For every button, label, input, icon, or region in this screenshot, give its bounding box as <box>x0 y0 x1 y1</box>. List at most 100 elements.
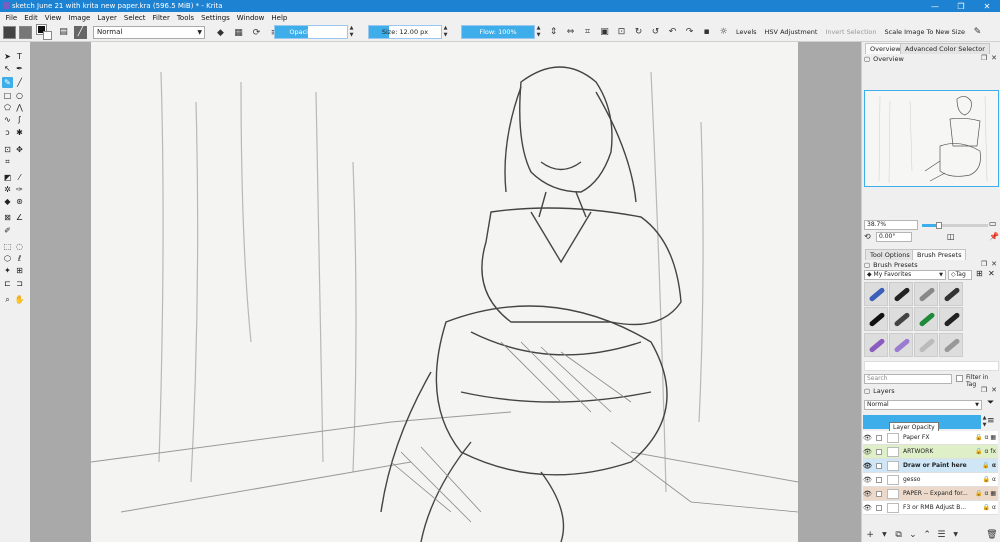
move-up-icon[interactable]: ⌃ <box>920 530 934 540</box>
enclose-fill-icon[interactable]: ⊛ <box>14 196 25 207</box>
filter-in-tag-checkbox[interactable] <box>956 375 963 382</box>
layer-checkbox[interactable] <box>876 476 882 483</box>
levels-button[interactable]: Levels <box>732 28 761 36</box>
layer-icons[interactable]: 🔒 α <box>983 504 996 511</box>
ellipse-select-icon[interactable]: ◌ <box>14 241 25 252</box>
menu-settings[interactable]: Settings <box>198 14 234 22</box>
add-layer-icon[interactable]: + <box>863 530 877 540</box>
hsv-adjustment-button[interactable]: HSV Adjustment <box>761 28 822 36</box>
brush-close-icon[interactable]: ✕ <box>988 269 995 278</box>
crop-icon[interactable]: ⌗ <box>579 25 596 39</box>
visibility-eye-icon[interactable]: 👁 <box>863 490 872 498</box>
polygon-tool-icon[interactable]: ⬠ <box>2 102 13 113</box>
pattern-icon[interactable]: ▤ <box>57 26 70 39</box>
edit-shapes-icon[interactable]: ↖ <box>2 63 13 74</box>
float-icon[interactable]: ❐ <box>981 54 987 62</box>
similar-select-icon[interactable]: ⊞ <box>14 265 25 276</box>
tab-advanced-color-selector[interactable]: Advanced Color Selector <box>900 43 990 54</box>
menu-help[interactable]: Help <box>268 14 291 22</box>
layer-checkbox[interactable] <box>876 490 882 497</box>
brush-preset[interactable] <box>914 282 938 306</box>
layer-opacity-spin[interactable]: ▲ ▼ <box>981 415 988 429</box>
float-icon[interactable]: ❐ <box>981 260 987 268</box>
filter-icon[interactable]: ⏷ <box>987 398 994 408</box>
gradient-tool-icon[interactable]: ◩ <box>2 172 13 183</box>
zoom-field[interactable]: 38.7% <box>864 220 918 230</box>
background-color[interactable] <box>43 30 52 40</box>
close-icon[interactable]: ✕ <box>991 54 997 62</box>
polygon-select-icon[interactable]: ⬡ <box>2 253 13 264</box>
tab-brush-presets[interactable]: Brush Presets <box>912 249 967 260</box>
visibility-eye-icon[interactable]: 👁 <box>863 462 872 470</box>
save-icon[interactable]: ▪ <box>698 25 715 39</box>
visibility-eye-icon[interactable]: 👁 <box>863 504 872 512</box>
multibrush-icon[interactable]: ✱ <box>14 127 25 138</box>
brush-preset[interactable] <box>889 307 913 332</box>
transform-tool-icon[interactable]: ⊡ <box>2 144 13 155</box>
close-button[interactable]: ✕ <box>974 0 1000 12</box>
tag-button[interactable]: ◇Tag <box>948 270 972 280</box>
fit-width-icon[interactable]: ⊡ <box>613 25 630 39</box>
layer-row[interactable]: 👁 gesso 🔒 α <box>863 473 998 487</box>
brush-preset[interactable] <box>939 307 963 332</box>
mirror-view-icon[interactable]: ◫ <box>947 232 955 241</box>
maximize-button[interactable]: ❐ <box>948 0 974 12</box>
move-down-icon[interactable]: ⌄ <box>906 530 920 540</box>
color-swatch[interactable] <box>36 23 53 40</box>
layer-row[interactable]: 👁 F3 or RMB Adjust B... 🔒 α <box>863 501 998 515</box>
opacity-spin[interactable]: ▲ ▼ <box>348 25 355 39</box>
chevron-down-icon[interactable]: ▼ <box>877 531 891 538</box>
chevron-down-icon[interactable]: ▼ <box>949 531 963 538</box>
menu-select[interactable]: Select <box>120 14 149 22</box>
layer-icons[interactable]: 🔒 α <box>982 462 996 469</box>
brush-preset[interactable] <box>939 282 963 306</box>
contiguous-select-icon[interactable]: ✦ <box>2 265 13 276</box>
fit-page-icon[interactable]: ▣ <box>596 25 613 39</box>
brush-settings-icon[interactable]: ✎ <box>969 25 986 39</box>
rotation-field[interactable]: 0.00° <box>876 232 912 242</box>
brush-preset[interactable] <box>914 332 938 357</box>
brush-preset[interactable] <box>864 282 888 306</box>
gradient-selector[interactable] <box>3 25 16 39</box>
rotate-cw-icon[interactable]: ↻ <box>630 25 647 39</box>
freehand-path-icon[interactable]: ʃ <box>14 114 25 125</box>
layer-blend-select[interactable]: Normal ▼ <box>864 400 982 410</box>
layer-icons[interactable]: 🔒 α fx <box>975 448 996 455</box>
duplicate-layer-icon[interactable]: ⧉ <box>892 530 906 540</box>
menu-view[interactable]: View <box>41 14 65 22</box>
brush-preset[interactable] <box>864 332 888 357</box>
layer-checkbox[interactable] <box>876 462 882 469</box>
smart-patch-icon[interactable]: ✑ <box>14 184 25 195</box>
visibility-eye-icon[interactable]: 👁 <box>863 434 872 442</box>
zoom-slider-handle[interactable] <box>936 222 942 229</box>
zoom-tool-icon[interactable]: ⌕ <box>2 294 13 305</box>
tab-tool-options[interactable]: Tool Options <box>865 249 915 260</box>
menu-filter[interactable]: Filter <box>149 14 173 22</box>
rotate-ccw-icon[interactable]: ↺ <box>647 25 664 39</box>
favorites-select[interactable]: ◆ My Favorites ▼ <box>864 270 946 280</box>
move-tool-icon[interactable]: ✥ <box>14 144 25 155</box>
delete-layer-icon[interactable]: 🗑 <box>985 530 999 540</box>
layer-checkbox[interactable] <box>876 448 882 455</box>
brush-preset[interactable] <box>889 332 913 357</box>
reload-preset-icon[interactable]: ⟳ <box>250 26 263 39</box>
colorize-mask-icon[interactable]: ✲ <box>2 184 13 195</box>
close-icon[interactable]: ✕ <box>991 260 997 268</box>
alpha-lock-icon[interactable]: ▦ <box>232 26 245 39</box>
blend-mode-select[interactable]: Normal ▼ <box>93 26 205 39</box>
float-icon[interactable]: ❐ <box>981 386 987 394</box>
assistant-tool-icon[interactable]: ⊠ <box>2 212 13 223</box>
line-tool-icon[interactable]: ╱ <box>14 77 25 88</box>
brush-search-input[interactable]: Search <box>864 374 952 384</box>
layer-properties-icon[interactable]: ☰ <box>934 530 948 540</box>
visibility-eye-icon[interactable]: 👁 <box>863 476 872 484</box>
crop-tool-icon[interactable]: ⌗ <box>2 156 13 167</box>
minimize-button[interactable]: — <box>922 0 948 12</box>
redo-icon[interactable]: ↷ <box>681 25 698 39</box>
layer-row[interactable]: 👁 ARTWORK 🔒 α fx <box>863 445 998 459</box>
menu-image[interactable]: Image <box>65 14 94 22</box>
fill-tool-icon[interactable]: ◆ <box>2 196 13 207</box>
rect-select-icon[interactable]: ⬚ <box>2 241 13 252</box>
layer-row[interactable]: 👁 Draw or Paint here 🔒 α <box>863 459 998 473</box>
brush-preset[interactable] <box>939 332 963 357</box>
